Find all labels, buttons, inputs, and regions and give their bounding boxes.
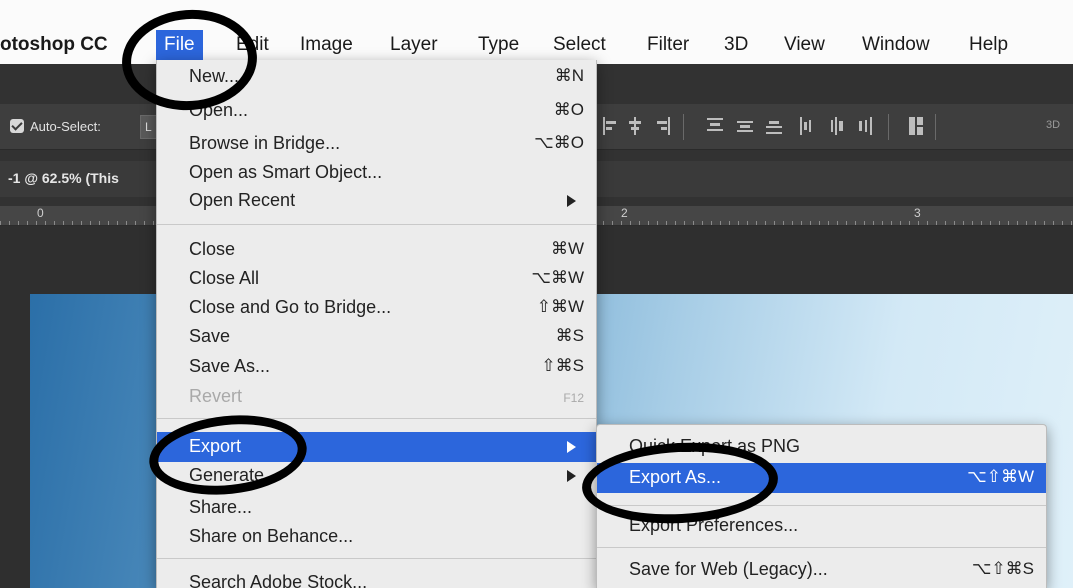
menu-separator: [157, 558, 596, 559]
options-separator: [935, 114, 936, 140]
menu-item-label: New...: [189, 66, 240, 86]
menu-separator: [597, 505, 1046, 506]
menu-item-label: Browse in Bridge...: [189, 133, 341, 153]
menu-item-label: Share on Behance...: [189, 526, 354, 546]
menu-item-label: Open...: [189, 100, 249, 120]
submenu-arrow-icon: [567, 195, 576, 207]
menu-item-label: Quick Export as PNG: [629, 436, 801, 456]
options-separator: [683, 114, 684, 140]
menu-item-label: Open Recent: [189, 190, 296, 210]
menu-item-shortcut: F12: [563, 391, 584, 405]
menu-image[interactable]: Image: [300, 30, 353, 60]
menu-item-save[interactable]: Save ⌘S: [157, 325, 596, 349]
menu-item-open-as-smart-object[interactable]: Open as Smart Object...: [157, 161, 596, 185]
menu-window[interactable]: Window: [862, 30, 930, 60]
distribute-horizontal-centers-icon[interactable]: [829, 117, 845, 135]
menu-item-shortcut: ⇧⌘W: [536, 297, 584, 316]
menu-item-shortcut: ⌘N: [554, 66, 584, 85]
menu-separator: [157, 418, 596, 419]
ruler-label-3: 3: [914, 206, 923, 220]
menu-item-label: Close and Go to Bridge...: [189, 297, 392, 317]
menu-item-open-recent[interactable]: Open Recent: [157, 189, 596, 213]
menu-item-shortcut: ⌥⌘O: [534, 133, 584, 152]
menu-edit[interactable]: Edit: [236, 30, 269, 60]
app-name-menu[interactable]: otoshop CC: [0, 30, 108, 60]
document-tab-title: -1 @ 62.5% (This: [8, 170, 119, 186]
file-menu-dropdown: New... ⌘N Open... ⌘O Browse in Bridge...…: [156, 60, 597, 588]
menu-item-label: Open as Smart Object...: [189, 162, 383, 182]
menu-3d[interactable]: 3D: [724, 30, 748, 60]
submenu-item-export-preferences[interactable]: Export Preferences...: [597, 511, 1046, 541]
menu-filter[interactable]: Filter: [647, 30, 689, 60]
distribute-top-edges-icon[interactable]: [707, 117, 723, 135]
menu-item-label: Save As...: [189, 356, 271, 376]
menu-item-open[interactable]: Open... ⌘O: [157, 99, 596, 123]
submenu-item-export-as[interactable]: Export As... ⌥⇧⌘W: [597, 463, 1046, 493]
menu-file[interactable]: File: [156, 30, 203, 60]
distribute-left-edges-icon[interactable]: [799, 117, 815, 135]
export-submenu: Quick Export as PNG Export As... ⌥⇧⌘W Ex…: [596, 424, 1047, 588]
submenu-arrow-icon: [567, 441, 576, 453]
ruler-label-0: 0: [37, 206, 46, 220]
menu-item-shortcut: ⌘S: [555, 326, 584, 345]
menu-item-shortcut: ⌘O: [553, 100, 584, 119]
checkbox-checked-icon: [10, 119, 24, 133]
menu-item-label: Save: [189, 326, 231, 346]
menu-item-label: Close All: [189, 268, 260, 288]
menu-help[interactable]: Help: [969, 30, 1008, 60]
menu-item-revert: Revert F12: [157, 385, 596, 409]
ruler-label-2: 2: [621, 206, 630, 220]
menu-type[interactable]: Type: [478, 30, 519, 60]
3d-mode-label[interactable]: 3D: [1046, 119, 1060, 131]
menu-item-generate[interactable]: Generate: [157, 464, 596, 488]
align-left-edges-icon[interactable]: [603, 117, 619, 135]
align-right-edges-icon[interactable]: [654, 117, 670, 135]
menu-item-close[interactable]: Close ⌘W: [157, 238, 596, 262]
auto-select-label: Auto-Select:: [30, 119, 101, 134]
menu-item-share-on-behance[interactable]: Share on Behance...: [157, 525, 596, 549]
align-horizontal-centers-icon[interactable]: [627, 117, 643, 135]
menu-separator: [157, 224, 596, 225]
menu-item-search-adobe-stock[interactable]: Search Adobe Stock...: [157, 571, 596, 588]
menu-view[interactable]: View: [784, 30, 825, 60]
menu-item-shortcut: ⌥⌘W: [531, 268, 584, 287]
submenu-arrow-icon: [567, 470, 576, 482]
menu-item-label: Save for Web (Legacy)...: [629, 559, 828, 579]
menu-item-shortcut: ⌘W: [550, 239, 584, 258]
submenu-item-quick-export-as-png[interactable]: Quick Export as PNG: [597, 432, 1046, 462]
menu-item-share[interactable]: Share...: [157, 496, 596, 520]
options-separator: [888, 114, 889, 140]
menu-separator: [597, 547, 1046, 548]
menu-item-new[interactable]: New... ⌘N: [157, 65, 596, 89]
submenu-item-save-for-web-legacy[interactable]: Save for Web (Legacy)... ⌥⇧⌘S: [597, 555, 1046, 585]
auto-align-layers-icon[interactable]: [909, 117, 925, 135]
menu-item-shortcut: ⇧⌘S: [541, 356, 584, 375]
distribute-bottom-edges-icon[interactable]: [766, 117, 782, 135]
distribute-right-edges-icon[interactable]: [857, 117, 873, 135]
menu-bar: otoshop CC File Edit Image Layer Type Se…: [0, 0, 1073, 64]
menu-item-close-all[interactable]: Close All ⌥⌘W: [157, 267, 596, 291]
menu-item-save-as[interactable]: Save As... ⇧⌘S: [157, 355, 596, 379]
menu-item-shortcut: ⌥⇧⌘W: [967, 467, 1034, 486]
menu-item-label: Export: [189, 436, 242, 456]
menu-item-label: Generate: [189, 465, 265, 485]
menu-item-label: Search Adobe Stock...: [189, 572, 368, 588]
menu-item-label: Revert: [189, 386, 243, 406]
menu-item-label: Close: [189, 239, 236, 259]
menu-item-label: Export As...: [629, 467, 722, 487]
distribute-vertical-centers-icon[interactable]: [737, 117, 753, 135]
menu-item-shortcut: ⌥⇧⌘S: [971, 559, 1034, 578]
auto-select-checkbox[interactable]: Auto-Select:: [10, 118, 101, 136]
menu-item-close-and-go-to-bridge[interactable]: Close and Go to Bridge... ⇧⌘W: [157, 296, 596, 320]
menu-layer[interactable]: Layer: [390, 30, 438, 60]
menu-select[interactable]: Select: [553, 30, 606, 60]
menu-item-export[interactable]: Export: [157, 432, 596, 462]
menu-item-browse-in-bridge[interactable]: Browse in Bridge... ⌥⌘O: [157, 132, 596, 156]
menu-item-label: Export Preferences...: [629, 515, 799, 535]
menu-item-label: Share...: [189, 497, 253, 517]
